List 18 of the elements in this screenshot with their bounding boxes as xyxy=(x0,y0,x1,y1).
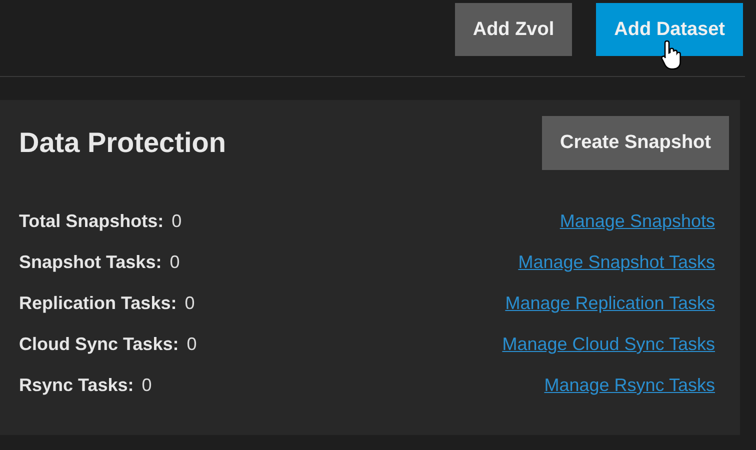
stat-value: 0 xyxy=(184,293,195,314)
stat-label: Cloud Sync Tasks: xyxy=(19,334,179,355)
stat-label: Total Snapshots: xyxy=(19,211,164,232)
manage-link[interactable]: Manage Snapshot Tasks xyxy=(518,252,715,273)
manage-link[interactable]: Manage Cloud Sync Tasks xyxy=(502,334,715,355)
stat-value: 0 xyxy=(186,334,197,355)
create-snapshot-button[interactable]: Create Snapshot xyxy=(542,116,729,170)
stat-value: 0 xyxy=(172,211,182,232)
stat-label: Snapshot Tasks: xyxy=(19,252,162,273)
stat-value: 0 xyxy=(170,252,180,273)
stat-label: Rsync Tasks: xyxy=(19,375,134,396)
manage-link[interactable]: Manage Snapshots xyxy=(560,211,715,232)
manage-link[interactable]: Manage Replication Tasks xyxy=(505,293,715,314)
add-zvol-button[interactable]: Add Zvol xyxy=(454,3,572,56)
stat-label: Replication Tasks: xyxy=(19,293,177,314)
card-title: Data Protection xyxy=(19,127,226,159)
stat-value: 0 xyxy=(142,375,152,396)
manage-link[interactable]: Manage Rsync Tasks xyxy=(544,375,715,396)
